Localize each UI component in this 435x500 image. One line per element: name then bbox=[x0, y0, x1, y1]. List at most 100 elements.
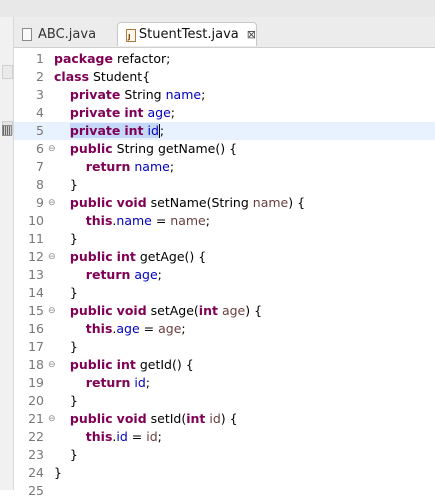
code-line[interactable]: 14 } bbox=[14, 284, 435, 302]
line-number: 16 bbox=[28, 321, 44, 336]
code-line[interactable]: 22 this.id = id; bbox=[14, 428, 435, 446]
close-icon[interactable]: ⊠ bbox=[247, 28, 256, 41]
code-line[interactable]: 25 bbox=[14, 482, 435, 500]
code-text: class Student{ bbox=[54, 68, 150, 86]
code-text: private int id; bbox=[54, 122, 164, 140]
code-line[interactable]: 18 ⊖ public int getId() { bbox=[14, 356, 435, 374]
line-number: 5 bbox=[36, 123, 44, 138]
code-text: private String name; bbox=[54, 86, 205, 104]
code-token: setAge( bbox=[146, 303, 199, 318]
code-token: String getName() { bbox=[112, 141, 238, 156]
code-line[interactable]: 12 ⊖ public int getAge() { bbox=[14, 248, 435, 266]
code-line[interactable]: 19 return id; bbox=[14, 374, 435, 392]
code-line[interactable]: 21 ⊖ public void setId(int id) { bbox=[14, 410, 435, 428]
line-number: 3 bbox=[36, 87, 44, 102]
occurrence-marker-icon[interactable] bbox=[2, 125, 12, 136]
code-line[interactable]: 2 class Student{ bbox=[14, 68, 435, 86]
code-line[interactable]: 9 ⊖ public void setName(String name) { bbox=[14, 194, 435, 212]
code-line[interactable]: 23 } bbox=[14, 446, 435, 464]
code-token: getAge() { bbox=[135, 249, 207, 264]
code-token: } bbox=[54, 339, 78, 354]
line-number: 11 bbox=[28, 231, 44, 246]
code-text: public int getId() { bbox=[54, 356, 194, 374]
code-token: int bbox=[124, 105, 144, 120]
code-token: getId() { bbox=[135, 357, 194, 372]
code-token: id bbox=[147, 123, 159, 138]
code-text: this.id = id; bbox=[54, 428, 162, 446]
code-token: age bbox=[221, 303, 246, 318]
code-line[interactable]: 4 private int age; bbox=[14, 104, 435, 122]
code-line[interactable]: 6 ⊖ public String getName() { bbox=[14, 140, 435, 158]
code-token: ) { bbox=[245, 303, 263, 318]
line-number: 6 bbox=[36, 141, 44, 156]
code-token: setName(String bbox=[146, 195, 253, 210]
java-file-icon: J bbox=[126, 28, 136, 42]
code-line[interactable]: 20 } bbox=[14, 392, 435, 410]
line-number: 2 bbox=[36, 69, 44, 84]
window-top-strip bbox=[0, 0, 435, 18]
code-token: name bbox=[252, 195, 289, 210]
code-token: public bbox=[69, 249, 113, 264]
tab-stuenttest-java[interactable]: J StuentTest.java ⊠ bbox=[117, 22, 257, 46]
side-panel-marker[interactable] bbox=[2, 65, 13, 79]
code-token: } bbox=[54, 285, 78, 300]
code-token: String bbox=[120, 87, 166, 102]
code-text: public void setId(int id) { bbox=[54, 410, 238, 428]
code-token: package bbox=[54, 51, 113, 66]
code-token: private bbox=[69, 123, 121, 138]
code-token: public bbox=[69, 141, 113, 156]
code-token: ; bbox=[169, 159, 175, 174]
code-text: public int getAge() { bbox=[54, 248, 206, 266]
code-line[interactable]: 11 } bbox=[14, 230, 435, 248]
code-token: ) { bbox=[288, 195, 306, 210]
line-number: 7 bbox=[36, 159, 44, 174]
line-number: 21 bbox=[28, 411, 44, 426]
code-token: id bbox=[209, 411, 221, 426]
code-line[interactable]: 1 package refactor; bbox=[14, 50, 435, 68]
code-text: } bbox=[54, 464, 62, 482]
code-line[interactable]: 17 } bbox=[14, 338, 435, 356]
code-line[interactable]: 16 this.age = age; bbox=[14, 320, 435, 338]
line-number: 4 bbox=[36, 105, 44, 120]
code-line[interactable]: 7 return name; bbox=[14, 158, 435, 176]
code-token: name bbox=[134, 159, 170, 174]
code-editor[interactable]: 1 package refactor; 2 class Student{3 priva… bbox=[2, 48, 435, 498]
code-token: ; bbox=[181, 321, 186, 336]
code-token: Student{ bbox=[89, 69, 151, 84]
code-line[interactable]: 8 } bbox=[14, 176, 435, 194]
code-token: } bbox=[54, 447, 78, 462]
code-text: } bbox=[54, 392, 78, 410]
code-token: public bbox=[69, 303, 113, 318]
code-token: ; bbox=[145, 375, 151, 390]
code-token: this bbox=[85, 213, 113, 228]
code-line[interactable]: 5 private int id; bbox=[2, 122, 435, 140]
line-number: 8 bbox=[36, 177, 44, 192]
line-number: 15 bbox=[28, 303, 44, 318]
code-token: private bbox=[69, 105, 121, 120]
code-text: public String getName() { bbox=[54, 140, 237, 158]
code-token: int bbox=[198, 303, 218, 318]
code-token: return bbox=[85, 267, 131, 282]
code-token: public bbox=[69, 195, 113, 210]
code-line[interactable]: 3 private String name; bbox=[14, 86, 435, 104]
code-token: age bbox=[147, 105, 171, 120]
code-line[interactable]: 10 this.name = name; bbox=[14, 212, 435, 230]
code-token: void bbox=[116, 303, 147, 318]
code-token: id bbox=[146, 429, 158, 444]
tab-abc-java[interactable]: ABC.java bbox=[22, 22, 114, 46]
java-file-icon bbox=[22, 28, 32, 41]
line-number: 20 bbox=[28, 393, 44, 408]
code-token: id bbox=[134, 375, 146, 390]
code-line[interactable]: 15 ⊖ public void setAge(int age) { bbox=[14, 302, 435, 320]
code-line[interactable]: 24} bbox=[14, 464, 435, 482]
code-line[interactable]: 13 return age; bbox=[14, 266, 435, 284]
